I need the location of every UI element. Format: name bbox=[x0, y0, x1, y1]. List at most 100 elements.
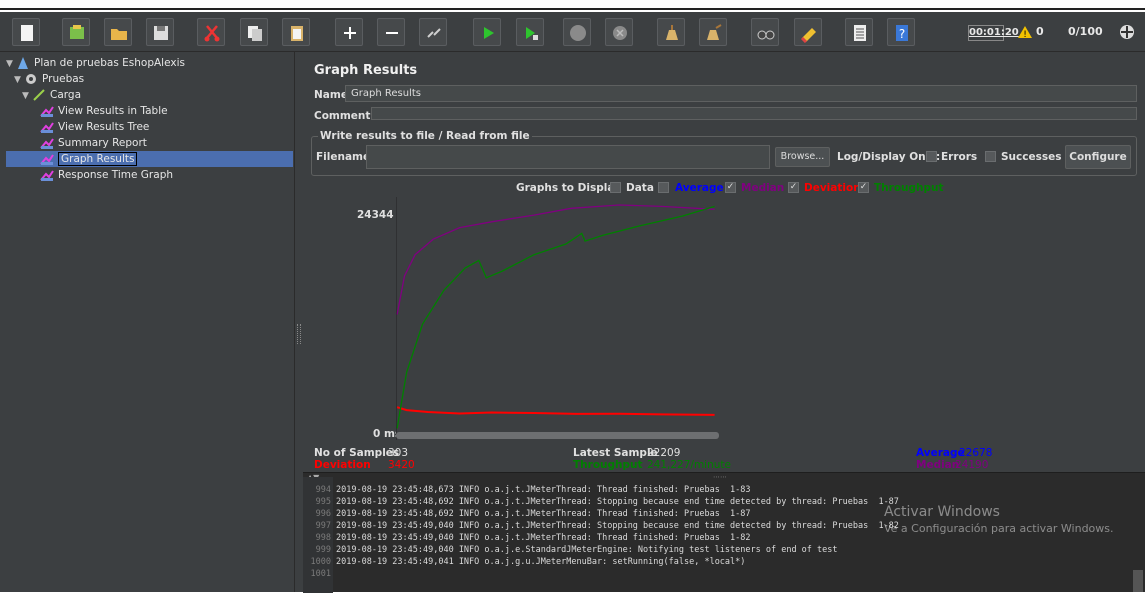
successes-checkbox[interactable] bbox=[985, 151, 996, 162]
line-number: 994 bbox=[315, 485, 331, 495]
configure-button[interactable]: Configure bbox=[1065, 145, 1131, 169]
line-number: 1001 bbox=[310, 569, 331, 579]
save-icon[interactable] bbox=[146, 18, 174, 46]
tree-item-label: Pruebas bbox=[42, 73, 85, 85]
activation-watermark-subtitle: Ve a Configuración para activar Windows. bbox=[884, 522, 1114, 535]
log-line: 2019-08-19 23:45:49,040 INFO o.a.j.t.JMe… bbox=[336, 521, 899, 531]
warning-icon[interactable]: ! bbox=[1017, 25, 1033, 39]
graphs-to-display-label: Graphs to Display bbox=[516, 182, 621, 194]
filename-input[interactable] bbox=[366, 145, 770, 169]
data-checkbox[interactable] bbox=[610, 182, 621, 193]
clear-all-icon[interactable] bbox=[699, 18, 727, 46]
y-max-value: 24344 bbox=[357, 209, 394, 221]
graph-plot-area bbox=[396, 197, 842, 440]
templates-icon[interactable] bbox=[62, 18, 90, 46]
latest-sample-label: Latest Sample bbox=[573, 447, 658, 459]
name-field[interactable]: Graph Results bbox=[345, 85, 1137, 102]
remote-icon[interactable] bbox=[1119, 24, 1135, 40]
log-line: 2019-08-19 23:45:48,692 INFO o.a.j.t.JMe… bbox=[336, 509, 751, 519]
median-checkbox[interactable]: ✓ bbox=[725, 182, 736, 193]
sampler-icon bbox=[33, 89, 45, 101]
activation-watermark-title: Activar Windows bbox=[884, 504, 1000, 520]
graph-scrollbar[interactable] bbox=[396, 432, 719, 439]
line-number: 997 bbox=[315, 521, 331, 531]
expand-arrow-icon[interactable]: ▼ bbox=[22, 88, 32, 104]
successes-label: Successes bbox=[1001, 151, 1062, 163]
function-helper-icon[interactable] bbox=[845, 18, 873, 46]
svg-text:?: ? bbox=[899, 27, 905, 41]
tree-item-view-results-table[interactable]: View Results in Table bbox=[40, 103, 168, 119]
page-title: Graph Results bbox=[314, 63, 418, 78]
warning-count: 0 bbox=[1036, 25, 1044, 38]
tree-item-pruebas[interactable]: ▼ Pruebas bbox=[14, 71, 84, 87]
line-number: 999 bbox=[315, 545, 331, 555]
split-pane-divider[interactable] bbox=[295, 52, 303, 592]
file-section-title: Write results to file / Read from file bbox=[318, 130, 532, 142]
tree-item-graph-results[interactable]: Graph Results bbox=[6, 151, 293, 167]
throughput-value: 241,227/minute bbox=[647, 459, 731, 471]
tree-item-response-time-graph[interactable]: Response Time Graph bbox=[40, 167, 173, 183]
gear-icon bbox=[26, 74, 36, 84]
expand-arrow-icon[interactable]: ▼ bbox=[14, 72, 24, 88]
throughput-checkbox[interactable]: ✓ bbox=[858, 182, 869, 193]
console-scrollbar[interactable] bbox=[1133, 570, 1143, 592]
title-bar bbox=[0, 0, 1145, 10]
tree-item-carga[interactable]: ▼ Carga bbox=[22, 87, 81, 103]
tree-item-summary-report[interactable]: Summary Report bbox=[40, 135, 147, 151]
toolbar: ? 00:01:20 ! 0 0/100 bbox=[0, 12, 1145, 52]
log-line: 2019-08-19 23:45:48,673 INFO o.a.j.t.JMe… bbox=[336, 485, 751, 495]
new-icon[interactable] bbox=[12, 18, 40, 46]
no-of-samples-label: No of Samples bbox=[314, 447, 400, 459]
toggle-icon[interactable] bbox=[419, 18, 447, 46]
collapse-icon[interactable] bbox=[377, 18, 405, 46]
start-no-pauses-icon[interactable] bbox=[516, 18, 544, 46]
average-checkbox[interactable] bbox=[658, 182, 669, 193]
graph-results-panel: Graph Results Name: Graph Results Commen… bbox=[303, 52, 1145, 472]
listener-icon bbox=[40, 106, 54, 117]
stop-icon[interactable] bbox=[563, 18, 591, 46]
log-line: 2019-08-19 23:45:49,040 INFO o.a.j.e.Sta… bbox=[336, 545, 838, 555]
tree-item-label: Graph Results bbox=[58, 152, 138, 166]
filename-label: Filename bbox=[316, 151, 371, 163]
tree-item-label: Response Time Graph bbox=[58, 169, 174, 181]
tree-item-test-plan[interactable]: ▼ Plan de pruebas EshopAlexis bbox=[6, 55, 185, 71]
listener-icon bbox=[40, 122, 54, 133]
tree-item-view-results-tree[interactable]: View Results Tree bbox=[40, 119, 149, 135]
tree-item-label: Plan de pruebas EshopAlexis bbox=[34, 57, 185, 69]
median-option-label: Median bbox=[741, 182, 785, 194]
jmeter-window: ? 00:01:20 ! 0 0/100 ▼ Plan de pruebas Es… bbox=[0, 0, 1145, 593]
deviation-option-label: Deviation bbox=[804, 182, 861, 194]
paste-icon[interactable] bbox=[282, 18, 310, 46]
cut-icon[interactable] bbox=[197, 18, 225, 46]
latest-sample-value: 22209 bbox=[647, 447, 681, 459]
test-plan-icon bbox=[18, 57, 28, 69]
copy-icon[interactable] bbox=[240, 18, 268, 46]
log-line: 2019-08-19 23:45:49,040 INFO o.a.j.t.JMe… bbox=[336, 533, 751, 543]
listener-icon bbox=[40, 154, 54, 165]
line-number: 1000 bbox=[310, 557, 331, 567]
no-of-samples-value: 303 bbox=[388, 447, 409, 459]
file-section: Write results to file / Read from file F… bbox=[311, 130, 1137, 176]
listener-icon bbox=[40, 170, 54, 181]
deviation-label: Deviation bbox=[314, 459, 371, 471]
reset-search-icon[interactable] bbox=[794, 18, 822, 46]
tree-item-label: Carga bbox=[50, 89, 81, 101]
throughput-option-label: Throughput bbox=[874, 182, 944, 194]
log-line: 2019-08-19 23:45:48,692 INFO o.a.j.t.JMe… bbox=[336, 497, 899, 507]
median-label: Median bbox=[916, 459, 960, 471]
comments-field[interactable] bbox=[371, 107, 1137, 120]
deviation-checkbox[interactable]: ✓ bbox=[788, 182, 799, 193]
help-icon[interactable]: ? bbox=[887, 18, 915, 46]
median-value: 24190 bbox=[955, 459, 989, 471]
errors-checkbox[interactable] bbox=[926, 151, 937, 162]
line-number: 998 bbox=[315, 533, 331, 543]
clear-icon[interactable] bbox=[657, 18, 685, 46]
expand-icon[interactable] bbox=[335, 18, 363, 46]
browse-button[interactable]: Browse... bbox=[775, 147, 830, 167]
start-icon[interactable] bbox=[473, 18, 501, 46]
search-icon[interactable] bbox=[751, 18, 779, 46]
throughput-label: Throughput bbox=[573, 459, 643, 471]
shutdown-icon[interactable] bbox=[605, 18, 633, 46]
open-icon[interactable] bbox=[104, 18, 132, 46]
expand-arrow-icon[interactable]: ▼ bbox=[6, 56, 16, 72]
